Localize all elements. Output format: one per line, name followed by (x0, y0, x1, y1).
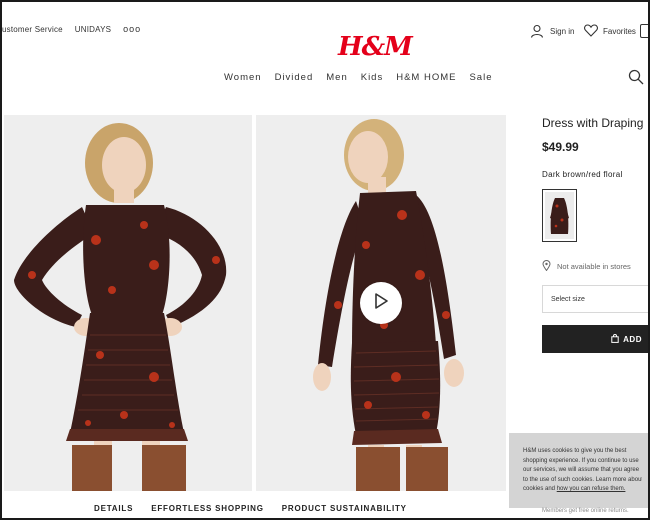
location-pin-icon (542, 260, 551, 273)
product-price: $49.99 (542, 140, 579, 154)
cookie-text-line: H&M uses cookies to give you the best (523, 448, 627, 454)
search-icon[interactable] (628, 69, 644, 90)
cookie-text-line: our services, we will assume that you ag… (523, 467, 640, 473)
utility-bar: ustomer Service UNIDAYS ooo (2, 24, 141, 34)
play-icon (373, 292, 389, 315)
add-button-label: ADD (623, 334, 642, 344)
bag-icon (611, 333, 619, 345)
user-icon (530, 24, 544, 38)
favorites-link[interactable]: Favorites (584, 24, 636, 39)
unidays-link[interactable]: UNIDAYS (75, 25, 111, 34)
product-image-front[interactable] (4, 115, 252, 491)
cookie-banner: H&M uses cookies to give you the best sh… (509, 433, 648, 508)
cookie-text-line: cookies and how you can refuse them. (523, 485, 642, 495)
add-to-bag-button[interactable]: ADD (542, 325, 648, 353)
sign-in-link[interactable]: Sign in (530, 24, 574, 38)
shopping-bag-icon[interactable] (640, 24, 648, 38)
play-video-button[interactable] (360, 282, 402, 324)
tab-details[interactable]: DETAILS (94, 504, 133, 513)
hm-logo[interactable]: H&M (338, 32, 413, 62)
favorites-label: Favorites (603, 27, 636, 36)
tab-product-sustainability[interactable]: PRODUCT SUSTAINABILITY (282, 504, 407, 513)
nav-item-divided[interactable]: Divided (275, 72, 314, 83)
nav-item-sale[interactable]: Sale (469, 72, 492, 83)
page-frame: ustomer Service UNIDAYS ooo H&M Sign in … (0, 0, 650, 520)
store-availability[interactable]: Not available in stores (542, 260, 631, 273)
cookie-text-line: shopping experience. If you continue to … (523, 457, 639, 464)
store-availability-label: Not available in stores (557, 262, 631, 271)
members-note: Members get free online returns. (542, 508, 629, 514)
nav-item-hm-home[interactable]: H&M HOME (396, 72, 456, 83)
product-info-tabs: DETAILS EFFORTLESS SHOPPING PRODUCT SUST… (94, 504, 407, 513)
more-menu-icon[interactable]: ooo (123, 24, 141, 34)
customer-service-link[interactable]: ustomer Service (2, 25, 63, 34)
nav-item-men[interactable]: Men (326, 72, 347, 83)
color-swatch[interactable] (542, 189, 577, 242)
tab-effortless-shopping[interactable]: EFFORTLESS SHOPPING (151, 504, 264, 513)
cookie-refuse-link[interactable]: how you can refuse them. (557, 486, 626, 492)
size-select[interactable]: Select size (542, 285, 648, 313)
color-name: Dark brown/red floral (542, 170, 623, 179)
heart-icon (584, 24, 598, 39)
sign-in-label: Sign in (550, 26, 575, 36)
nav-item-kids[interactable]: Kids (361, 72, 383, 83)
nav-item-women[interactable]: Women (224, 72, 262, 83)
main-nav: Women Divided Men Kids H&M HOME Sale (224, 72, 492, 83)
cookie-text-prefix: cookies and (523, 486, 557, 492)
product-title: Dress with Draping (542, 116, 644, 130)
cookie-text-line: to the use of such cookies. Learn more a… (523, 476, 642, 483)
swatch-thumbnail (545, 192, 574, 239)
